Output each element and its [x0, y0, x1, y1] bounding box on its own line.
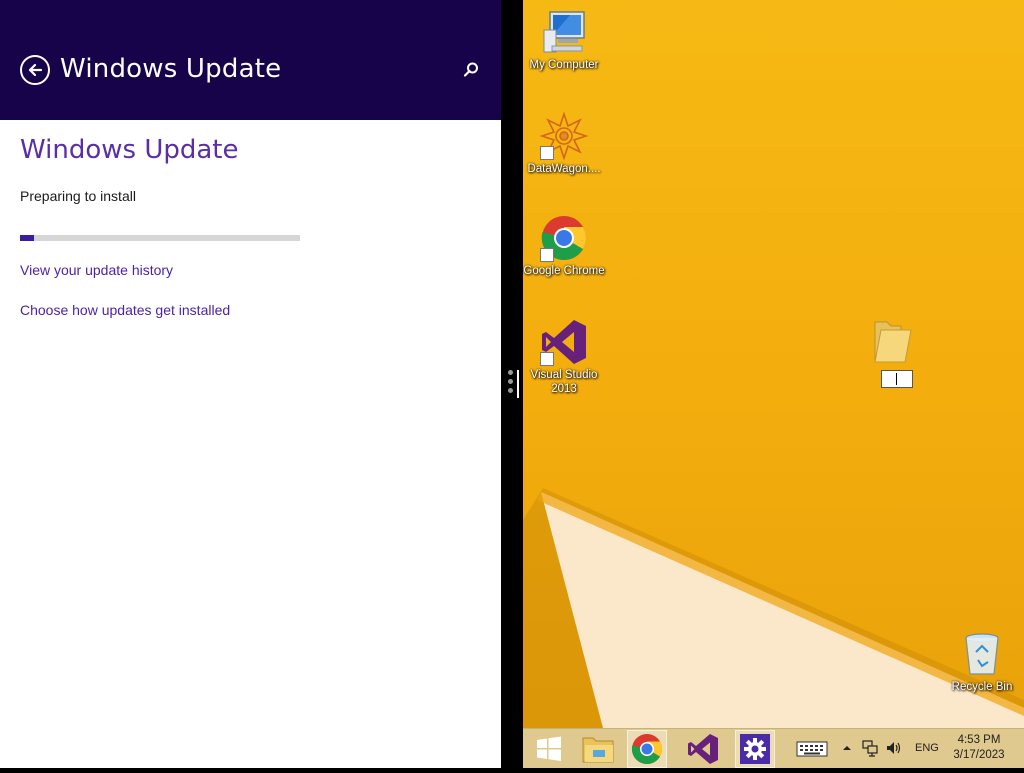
splitter-handle-bar	[517, 370, 519, 398]
desktop-icon-datawagon[interactable]: DataWagon....	[523, 111, 605, 176]
shortcut-arrow-icon	[540, 352, 554, 366]
folder-rename-input[interactable]	[881, 370, 913, 388]
visual-studio-icon	[688, 734, 718, 764]
taskbar: ENG 4:53 PM 3/17/2023	[523, 728, 1024, 768]
desktop-icon-recycle-bin[interactable]: Recycle Bin	[941, 630, 1023, 694]
taskbar-clock[interactable]: 4:53 PM 3/17/2023	[947, 733, 1011, 763]
choose-update-settings-link[interactable]: Choose how updates get installed	[20, 302, 230, 318]
desktop-icon-google-chrome[interactable]: Google Chrome	[523, 214, 605, 278]
show-hidden-icons-button[interactable]	[841, 741, 853, 753]
search-button[interactable]	[461, 60, 481, 80]
taskbar-file-explorer[interactable]	[579, 730, 619, 768]
volume-button[interactable]	[885, 739, 903, 757]
desktop-icon-label: Recycle Bin	[951, 681, 1013, 693]
splitter-grip[interactable]	[508, 370, 514, 400]
speaker-icon	[887, 742, 901, 754]
back-arrow-icon	[28, 63, 43, 77]
settings-icon	[740, 734, 770, 764]
windows-start-icon	[537, 736, 561, 761]
clock-time: 4:53 PM	[957, 734, 1001, 746]
input-language-indicator[interactable]: ENG	[915, 742, 939, 754]
desktop-icon-label: Google Chrome	[523, 265, 605, 277]
page-heading: Windows Update	[20, 135, 239, 165]
taskbar-chrome[interactable]	[627, 730, 667, 768]
computer-icon	[543, 11, 585, 53]
update-progress-fill	[20, 235, 34, 241]
desktop[interactable]: My Computer DataWagon.... Google Chrome …	[523, 0, 1024, 728]
desktop-icon-visual-studio[interactable]: Visual Studio 2013	[523, 318, 605, 396]
keyboard-icon	[796, 741, 828, 757]
touch-keyboard-button[interactable]	[795, 730, 829, 768]
chrome-icon	[631, 734, 663, 765]
desktop-icon-label: Visual Studio 2013	[530, 369, 598, 395]
back-button[interactable]	[20, 55, 50, 85]
network-button[interactable]	[861, 739, 879, 757]
taskbar-visual-studio[interactable]	[683, 730, 723, 768]
pane-title: Windows Update	[60, 54, 282, 84]
new-folder-item[interactable]	[871, 318, 915, 388]
file-explorer-icon	[582, 737, 614, 763]
chevron-up-icon	[843, 746, 851, 750]
desktop-icon-label: DataWagon....	[527, 163, 601, 175]
settings-pane: Windows Update Windows Update Preparing …	[0, 0, 501, 768]
pane-header: Windows Update	[0, 0, 501, 120]
update-progress-bar	[20, 235, 300, 241]
network-icon	[862, 740, 878, 757]
text-caret	[896, 373, 897, 385]
shortcut-arrow-icon	[540, 146, 554, 160]
taskbar-pc-settings[interactable]	[735, 730, 775, 768]
view-update-history-link[interactable]: View your update history	[20, 262, 173, 278]
recycle-bin-icon	[965, 633, 999, 675]
clock-date: 3/17/2023	[953, 749, 1005, 761]
folder-icon	[874, 321, 912, 363]
desktop-icon-label: My Computer	[529, 59, 599, 71]
desktop-icon-my-computer[interactable]: My Computer	[523, 8, 605, 72]
update-status-text: Preparing to install	[20, 188, 136, 204]
shortcut-arrow-icon	[540, 248, 554, 262]
search-icon	[463, 62, 478, 77]
start-button[interactable]	[529, 730, 569, 768]
